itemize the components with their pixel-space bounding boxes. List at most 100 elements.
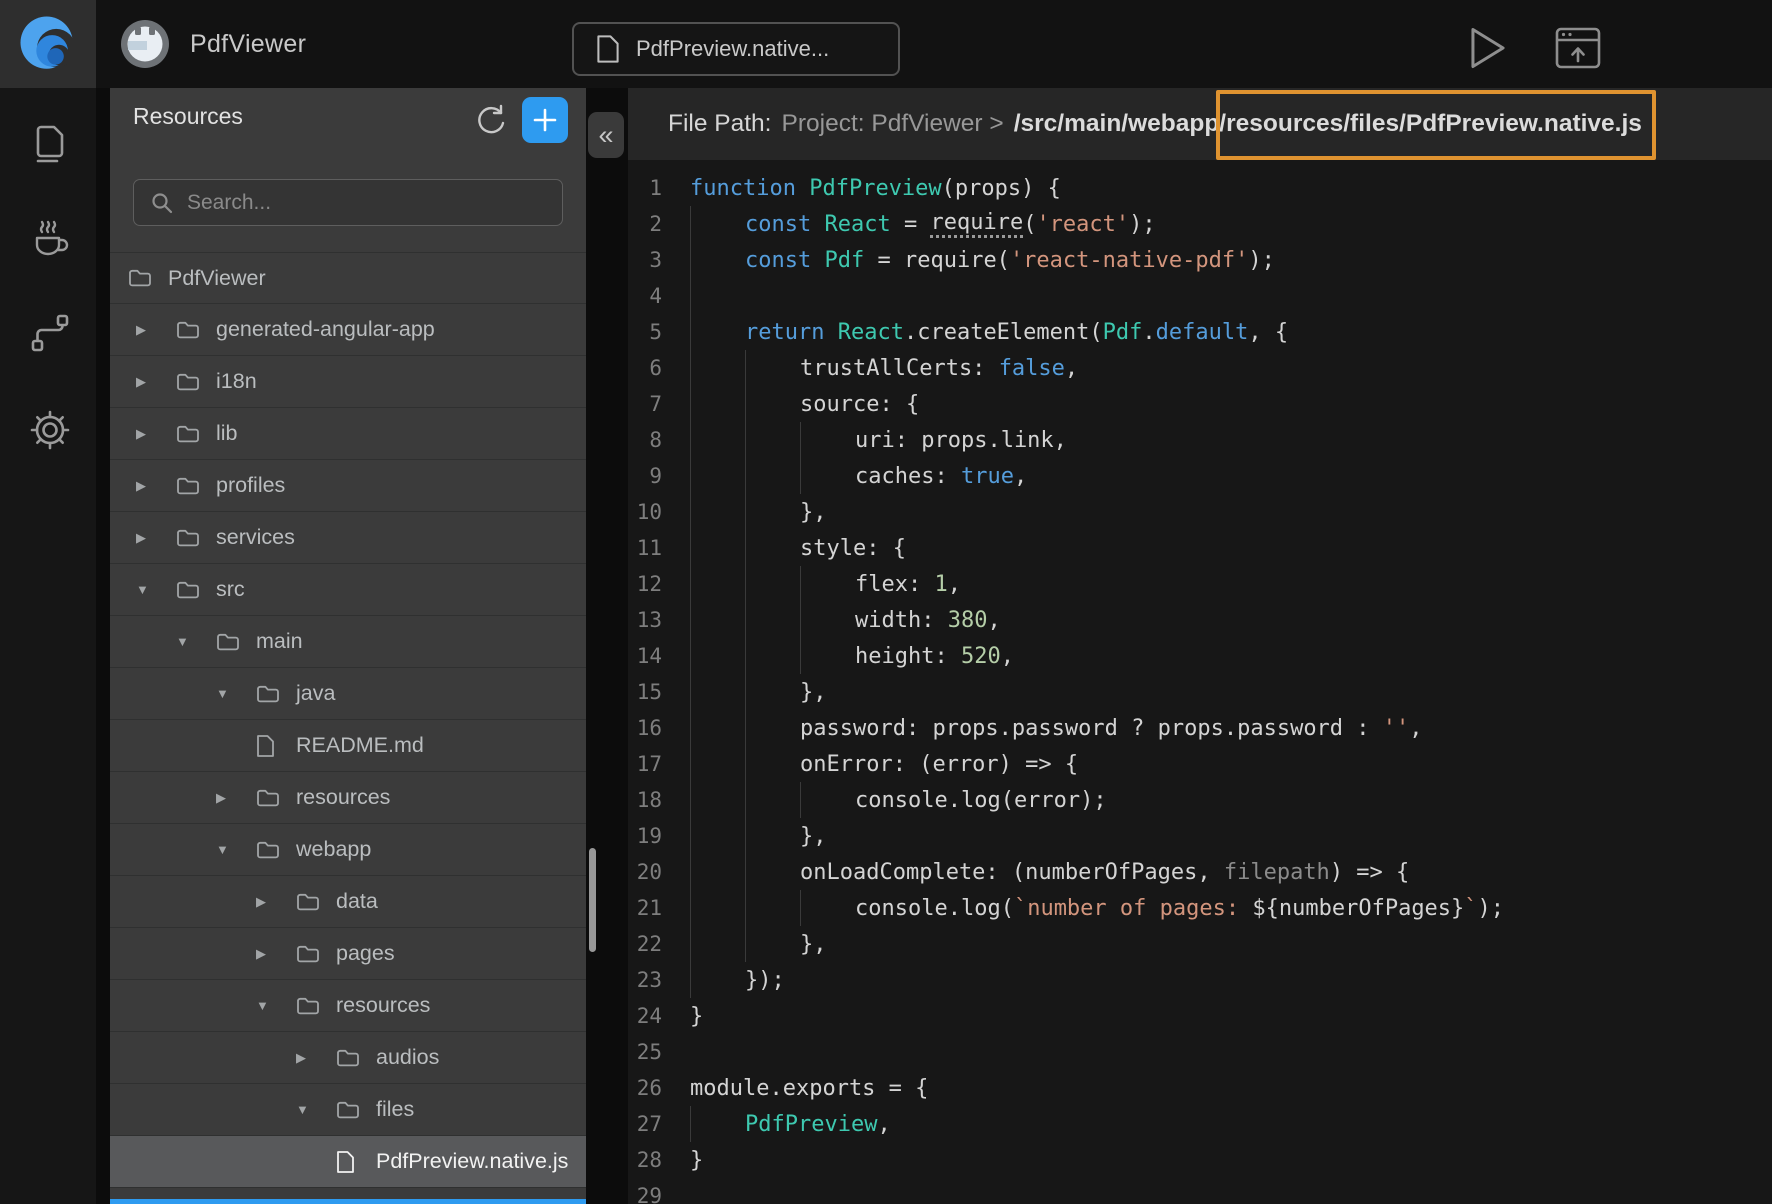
chevron-down-icon[interactable]: ▼ xyxy=(296,1102,336,1117)
chevron-down-icon[interactable]: ▼ xyxy=(256,998,296,1013)
file-icon xyxy=(596,34,620,64)
sidebar-scrollbar[interactable] xyxy=(589,848,596,952)
tree-item-src[interactable]: ▼src xyxy=(110,564,586,616)
tree-item-label: services xyxy=(216,525,295,550)
chevron-down-icon[interactable]: ▼ xyxy=(176,634,216,649)
code-line-12[interactable]: 12flex: 1, xyxy=(628,566,1772,602)
code-line-16[interactable]: 16password: props.password ? props.passw… xyxy=(628,710,1772,746)
code-line-27[interactable]: 27PdfPreview, xyxy=(628,1106,1772,1142)
code-line-28[interactable]: 28} xyxy=(628,1142,1772,1178)
tree-item-pdfviewer[interactable]: PdfViewer xyxy=(110,252,586,304)
collapse-sidebar-button[interactable]: « xyxy=(588,112,624,158)
folder-icon xyxy=(176,528,216,548)
code-token: , xyxy=(1014,464,1027,489)
tree-item-resources[interactable]: ▶resources xyxy=(110,772,586,824)
collapse-chevron-icon: « xyxy=(598,120,613,151)
indent-guide xyxy=(800,422,855,458)
code-line-17[interactable]: 17onError: (error) => { xyxy=(628,746,1772,782)
chevron-right-icon[interactable]: ▶ xyxy=(136,374,176,390)
coffee-icon[interactable] xyxy=(28,216,72,260)
code-line-26[interactable]: 26module.exports = { xyxy=(628,1070,1772,1106)
line-content: const React = require('react'); xyxy=(690,206,1156,242)
code-line-24[interactable]: 24} xyxy=(628,998,1772,1034)
code-line-1[interactable]: 1function PdfPreview(props) { xyxy=(628,170,1772,206)
chevron-right-icon[interactable]: ▶ xyxy=(136,530,176,546)
indent-guide xyxy=(690,782,745,818)
tab-pdfpreview-native[interactable]: PdfPreview.native... xyxy=(572,22,900,76)
code-token: `number of pages: xyxy=(1014,896,1252,921)
line-number: 16 xyxy=(628,716,662,740)
code-line-20[interactable]: 20onLoadComplete: (numberOfPages, filepa… xyxy=(628,854,1772,890)
chevron-down-icon[interactable]: ▼ xyxy=(136,582,176,597)
tree-item-label: pages xyxy=(336,941,395,966)
tree-item-lib[interactable]: ▶ lib xyxy=(110,408,586,460)
tree-item-java[interactable]: ▼java xyxy=(110,668,586,720)
indent-guide xyxy=(690,890,745,926)
chevron-right-icon[interactable]: ▶ xyxy=(136,426,176,442)
run-button[interactable] xyxy=(1462,22,1514,74)
tree-item-i18n[interactable]: ▶i18n xyxy=(110,356,586,408)
code-line-9[interactable]: 9caches: true, xyxy=(628,458,1772,494)
code-token: , xyxy=(987,608,1000,633)
tree-item-services[interactable]: ▶ services xyxy=(110,512,586,564)
chevron-right-icon[interactable]: ▶ xyxy=(216,790,256,806)
tree-item-readme-md[interactable]: README.md xyxy=(110,720,586,772)
pages-icon[interactable] xyxy=(28,121,72,165)
folder-icon xyxy=(296,944,336,964)
gear-icon[interactable] xyxy=(28,408,72,452)
chevron-right-icon[interactable]: ▶ xyxy=(256,946,296,962)
chevron-down-icon[interactable]: ▼ xyxy=(216,842,256,857)
code-line-6[interactable]: 6trustAllCerts: false, xyxy=(628,350,1772,386)
indent-guide xyxy=(800,566,855,602)
tree-item-files[interactable]: ▼files xyxy=(110,1084,586,1136)
indent-guide xyxy=(690,494,745,530)
app-icon xyxy=(120,19,170,69)
indent-guide xyxy=(745,638,800,674)
tree-item-profiles[interactable]: ▶profiles xyxy=(110,460,586,512)
add-resource-button[interactable] xyxy=(522,97,568,143)
code-line-18[interactable]: 18console.log(error); xyxy=(628,782,1772,818)
code-editor[interactable]: 1function PdfPreview(props) {2const Reac… xyxy=(628,160,1772,1204)
chevron-right-icon[interactable]: ▶ xyxy=(136,322,176,338)
code-line-29[interactable]: 29 xyxy=(628,1178,1772,1204)
file-path-highlighted: resources/files/PdfPreview.native.js xyxy=(1226,110,1642,138)
code-line-22[interactable]: 22}, xyxy=(628,926,1772,962)
search-input[interactable] xyxy=(187,191,562,215)
line-content: } xyxy=(690,998,703,1034)
code-line-25[interactable]: 25 xyxy=(628,1034,1772,1070)
code-line-7[interactable]: 7source: { xyxy=(628,386,1772,422)
line-content: trustAllCerts: false, xyxy=(690,350,1078,386)
tree-item-resources[interactable]: ▼resources xyxy=(110,980,586,1032)
code-line-11[interactable]: 11style: { xyxy=(628,530,1772,566)
line-content: }, xyxy=(690,674,827,710)
tree-item-generated-angular-app[interactable]: ▶generated-angular-app xyxy=(110,304,586,356)
code-line-4[interactable]: 4 xyxy=(628,278,1772,314)
tree-item-pdfpreview-native-js[interactable]: PdfPreview.native.js xyxy=(110,1136,586,1188)
code-line-10[interactable]: 10}, xyxy=(628,494,1772,530)
chevron-right-icon[interactable]: ▶ xyxy=(136,478,176,494)
refresh-button[interactable] xyxy=(468,96,514,142)
code-token: , xyxy=(1001,644,1014,669)
tree-item-label: lib xyxy=(216,421,238,446)
chevron-right-icon[interactable]: ▶ xyxy=(296,1050,336,1066)
chevron-right-icon[interactable]: ▶ xyxy=(256,894,296,910)
tree-item-main[interactable]: ▼main xyxy=(110,616,586,668)
code-line-5[interactable]: 5return React.createElement(Pdf.default,… xyxy=(628,314,1772,350)
line-content: function PdfPreview(props) { xyxy=(690,170,1061,206)
code-line-23[interactable]: 23}); xyxy=(628,962,1772,998)
tree-item-pages[interactable]: ▶ pages xyxy=(110,928,586,980)
tree-item-audios[interactable]: ▶audios xyxy=(110,1032,586,1084)
chevron-down-icon[interactable]: ▼ xyxy=(216,686,256,701)
code-line-3[interactable]: 3const Pdf = require('react-native-pdf')… xyxy=(628,242,1772,278)
code-line-15[interactable]: 15}, xyxy=(628,674,1772,710)
tree-item-data[interactable]: ▶data xyxy=(110,876,586,928)
code-line-8[interactable]: 8uri: props.link, xyxy=(628,422,1772,458)
code-line-19[interactable]: 19}, xyxy=(628,818,1772,854)
code-line-2[interactable]: 2const React = require('react'); xyxy=(628,206,1772,242)
tree-item-webapp[interactable]: ▼webapp xyxy=(110,824,586,876)
code-line-21[interactable]: 21console.log(`number of pages: ${number… xyxy=(628,890,1772,926)
code-line-13[interactable]: 13width: 380, xyxy=(628,602,1772,638)
publish-button[interactable] xyxy=(1552,22,1604,74)
flow-icon[interactable] xyxy=(28,311,72,355)
code-line-14[interactable]: 14height: 520, xyxy=(628,638,1772,674)
